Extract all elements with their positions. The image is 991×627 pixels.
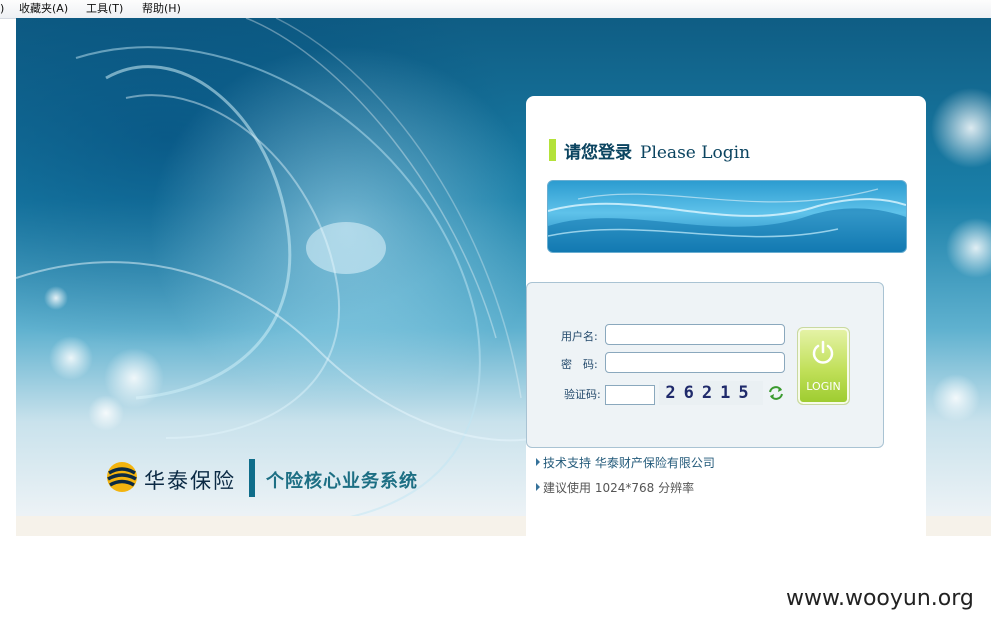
company-name: 华泰保险 [144, 469, 236, 493]
username-label: 用户名: [561, 330, 598, 343]
resolution-info: 建议使用 1024*768 分辨率 [536, 479, 694, 496]
captcha-label: 验证码: [564, 388, 601, 401]
captcha-image[interactable]: 26215 [659, 381, 763, 405]
login-title: 请您登录 Please Login [564, 138, 750, 163]
password-label: 密 码: [561, 358, 598, 371]
power-icon [812, 340, 834, 364]
login-form: 用户名: 密 码: 验证码: 26215 LOGIN [526, 282, 884, 448]
login-title-en: Please Login [640, 143, 751, 163]
wave-graphic [548, 188, 906, 252]
username-input[interactable] [605, 324, 785, 345]
login-header-image [547, 180, 907, 253]
title-accent-bar [549, 139, 556, 161]
watermark: www.wooyun.org [786, 586, 974, 611]
login-button-label: LOGIN [806, 380, 841, 393]
refresh-captcha-icon[interactable] [767, 384, 785, 402]
resolution-text: 建议使用 1024*768 分辨率 [543, 481, 695, 495]
menu-bar: ) 收藏夹(A) 工具(T) 帮助(H) [0, 0, 991, 19]
password-input[interactable] [605, 352, 785, 373]
tech-support-text: 技术支持 华泰财产保险有限公司 [543, 456, 715, 470]
menu-item-tools[interactable]: 工具(T) [86, 2, 123, 16]
triangle-bullet-icon [536, 483, 540, 491]
triangle-bullet-icon [536, 458, 540, 466]
menu-item-fragment[interactable]: ) [0, 2, 4, 16]
captcha-input[interactable] [605, 385, 655, 405]
login-title-cn: 请您登录 [564, 143, 632, 163]
system-name: 个险核心业务系统 [266, 471, 418, 492]
login-panel: 请您登录 Please Login 用户名: 密 码: 验证码: 26215 L… [526, 96, 926, 536]
tech-support-info: 技术支持 华泰财产保险有限公司 [536, 454, 715, 471]
menu-item-favorites[interactable]: 收藏夹(A) [19, 2, 68, 16]
logo-divider [249, 459, 255, 497]
company-logo-icon [107, 462, 137, 492]
menu-item-help[interactable]: 帮助(H) [142, 2, 181, 16]
login-button[interactable]: LOGIN [797, 327, 850, 405]
company-logo-block: 华泰保险 个险核心业务系统 [106, 455, 436, 499]
